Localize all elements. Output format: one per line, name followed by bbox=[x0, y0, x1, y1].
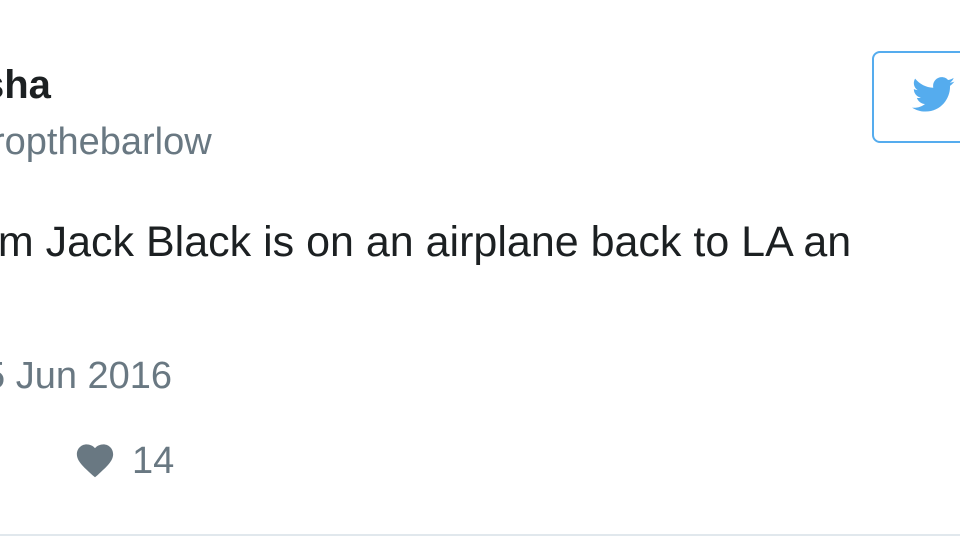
like-button[interactable]: 14 bbox=[74, 436, 174, 486]
tweet-actions: 3 14 bbox=[0, 436, 960, 486]
tweet-timestamp[interactable]: 5 Jun 2016 bbox=[0, 352, 172, 400]
author-handle[interactable]: ropthebarlow bbox=[0, 118, 212, 166]
tweet-card: sha ropthebarlow irm Jack Black is on an… bbox=[0, 0, 960, 540]
tweet-text: irm Jack Black is on an airplane back to… bbox=[0, 218, 852, 266]
retweet-count[interactable]: 3 bbox=[0, 436, 1, 486]
author-name[interactable]: sha bbox=[0, 60, 51, 110]
twitter-bird-icon bbox=[912, 76, 956, 118]
heart-icon bbox=[74, 440, 116, 483]
like-count: 14 bbox=[132, 440, 175, 482]
twitter-follow-button[interactable] bbox=[872, 51, 960, 143]
card-bottom-border bbox=[0, 534, 960, 536]
